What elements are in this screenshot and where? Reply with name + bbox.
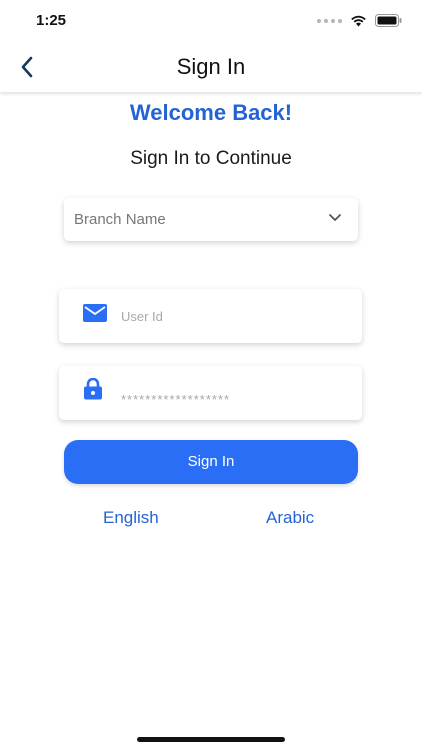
- wifi-icon: [350, 15, 367, 27]
- battery-icon: [375, 14, 402, 27]
- branch-select-label: Branch Name: [74, 211, 166, 228]
- status-time: 1:25: [36, 12, 67, 29]
- signin-subtitle: Sign In to Continue: [130, 148, 292, 169]
- signal-icon: [317, 18, 342, 23]
- sign-in-button[interactable]: Sign In: [64, 440, 358, 484]
- nav-bar: Sign In: [0, 42, 422, 92]
- status-bar: 1:25: [0, 0, 422, 42]
- lock-icon: [84, 378, 102, 400]
- chevron-down-icon: [329, 214, 341, 221]
- welcome-heading: Welcome Back!: [129, 100, 293, 125]
- password-input[interactable]: [121, 382, 341, 416]
- user-id-field: [59, 289, 362, 343]
- language-english-link[interactable]: English: [103, 508, 159, 528]
- home-indicator: [137, 737, 285, 742]
- branch-select[interactable]: Branch Name: [64, 198, 358, 241]
- status-icons: [317, 14, 402, 27]
- user-id-input[interactable]: [121, 299, 341, 333]
- mail-icon: [83, 304, 107, 322]
- page-title: Sign In: [176, 54, 246, 79]
- language-arabic-link[interactable]: Arabic: [266, 508, 314, 528]
- password-field: [59, 366, 362, 420]
